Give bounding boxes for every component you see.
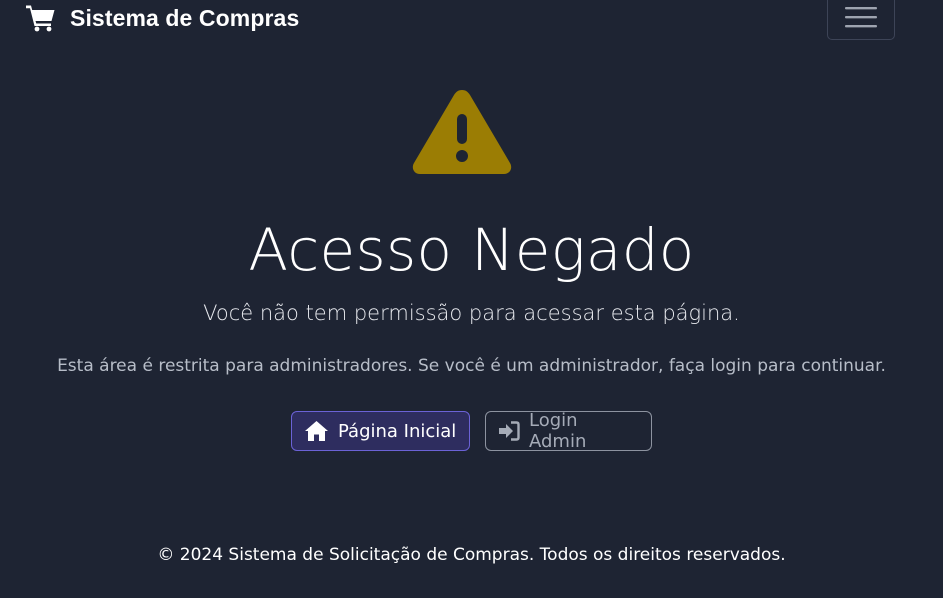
brand-title: Sistema de Compras: [70, 4, 300, 31]
hamburger-menu-icon: [845, 7, 877, 28]
restriction-message: Esta área é restrita para administradore…: [57, 356, 886, 376]
home-icon: [305, 421, 328, 441]
sign-in-icon: [499, 421, 520, 441]
home-button[interactable]: Página Inicial: [291, 411, 470, 451]
warning-triangle-icon: [412, 90, 512, 174]
brand-link[interactable]: Sistema de Compras: [26, 0, 299, 36]
shopping-cart-icon: [26, 5, 55, 32]
menu-toggle-button[interactable]: [827, 0, 895, 40]
home-button-label: Página Inicial: [338, 420, 457, 442]
copyright-text: © 2024 Sistema de Solicitação de Compras…: [157, 545, 786, 565]
action-buttons: Página Inicial Login Admin: [0, 410, 943, 452]
navbar: Sistema de Compras: [0, 0, 943, 42]
lead-message: Você não tem permissão para acessar esta…: [203, 301, 740, 325]
admin-login-button-label: Login Admin: [529, 410, 587, 452]
page-title: Acesso Negado: [248, 216, 695, 284]
admin-login-button[interactable]: Login Admin: [485, 410, 652, 452]
footer: © 2024 Sistema de Solicitação de Compras…: [0, 540, 943, 570]
